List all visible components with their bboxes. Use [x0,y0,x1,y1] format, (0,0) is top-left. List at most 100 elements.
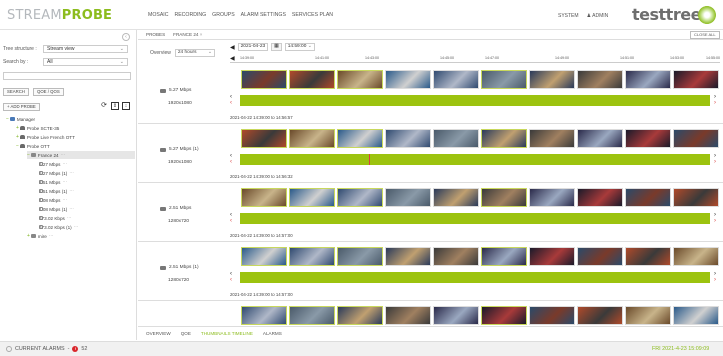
video-thumbnail[interactable] [673,188,719,207]
tab-probes[interactable]: PROBES [146,32,165,37]
current-alarms[interactable]: CURRENT ALARMS - ! 52 [6,346,87,352]
video-thumbnail[interactable] [433,306,479,325]
date-input[interactable]: 2021-04-23 [237,43,269,51]
more-icon[interactable]: ⋯ [74,224,79,230]
video-thumbnail[interactable] [481,70,527,89]
video-thumbnail[interactable] [385,129,431,148]
timeline-right-arrows-icon[interactable]: › › [714,94,716,106]
video-thumbnail[interactable] [577,129,623,148]
more-icon[interactable]: ⋯ [62,161,67,167]
video-thumbnail[interactable] [241,129,287,148]
video-thumbnail[interactable] [529,247,575,266]
video-thumbnail[interactable] [529,306,575,325]
add-probe-button[interactable]: + ADD PROBE [3,103,40,111]
video-thumbnail[interactable] [337,70,383,89]
video-thumbnail[interactable] [481,188,527,207]
video-thumbnail[interactable] [625,247,671,266]
time-input[interactable]: 14:59:00 ⌄ [284,43,315,51]
more-icon[interactable]: ⋯ [49,233,54,239]
timeline-left-arrows-icon[interactable]: ‹ ‹ [230,153,232,165]
video-thumbnail[interactable] [385,70,431,89]
video-thumbnail[interactable] [241,70,287,89]
more-icon[interactable]: ⋯ [67,215,72,221]
timeline-left-arrows-icon[interactable]: ‹ ‹ [230,271,232,283]
tree-node-probe-scte35[interactable]: + Probe SCTE-35 [16,124,59,132]
close-all-button[interactable]: CLOSE ALL [690,31,720,39]
video-thumbnail[interactable] [433,129,479,148]
timeline-left-arrows-icon[interactable]: ‹ ‹ [230,212,232,224]
video-thumbnail[interactable] [529,129,575,148]
video-thumbnail[interactable] [241,306,287,325]
video-thumbnail[interactable] [625,129,671,148]
previous-arrow-icon[interactable]: ◀ [230,44,235,51]
tab-overview[interactable]: OVERVIEW [146,331,171,336]
video-thumbnail[interactable] [481,306,527,325]
video-thumbnail[interactable] [241,247,287,266]
error-marker[interactable] [369,154,371,165]
video-thumbnail[interactable] [481,247,527,266]
more-icon[interactable]: ⋯ [61,152,66,158]
timeline-right-arrows-icon[interactable]: › › [714,212,716,224]
admin-menu[interactable]: ♟ ADMIN [587,13,609,19]
refresh-icon[interactable]: ⟳ [100,102,108,110]
system-menu[interactable]: SYSTEM [558,13,579,19]
more-icon[interactable]: ⋯ [69,170,74,176]
tree-node-stream[interactable]: 1.08 Mbps (1) ⋯ [39,205,74,213]
video-thumbnail[interactable] [337,247,383,266]
video-thumbnail[interactable] [625,188,671,207]
nav-item-alarm-settings[interactable]: ALARM SETTINGS [241,12,286,18]
search-button[interactable]: SEARCH [3,88,29,96]
more-icon[interactable]: ⋯ [62,197,67,203]
video-thumbnail[interactable] [289,306,335,325]
tree-node-france-24[interactable]: − France 24 ⋯ [27,151,135,159]
tree-node-stream[interactable]: 673.02 Kbps (1) ⋯ [39,223,78,231]
collapse-all-icon[interactable]: ↕ [122,102,130,110]
video-thumbnail[interactable] [433,247,479,266]
video-thumbnail[interactable] [673,70,719,89]
qoe-qos-button[interactable]: QOE / QOS [33,88,64,96]
tree-node-stream[interactable]: 5.27 Mbps (1) ⋯ [39,169,74,177]
video-thumbnail[interactable] [289,247,335,266]
video-thumbnail[interactable] [385,306,431,325]
streamprobe-logo[interactable]: STREAMPROBE [7,8,112,23]
nav-item-services-plan[interactable]: SERVICES PLAN [292,12,333,18]
video-thumbnail[interactable] [577,306,623,325]
tab-qoe[interactable]: QOE [181,331,191,336]
tree-node-stream[interactable]: 5.27 Mbps ⋯ [39,160,67,168]
timeline-right-arrows-icon[interactable]: › › [714,153,716,165]
tab-france-24[interactable]: FRANCE 24 × [173,32,202,37]
video-thumbnail[interactable] [289,70,335,89]
tree-node-manager[interactable]: − Manager [6,115,35,123]
video-thumbnail[interactable] [337,188,383,207]
video-thumbnail[interactable] [625,70,671,89]
search-by-select[interactable]: All ⌄ [43,58,128,66]
video-thumbnail[interactable] [577,247,623,266]
video-thumbnail[interactable] [241,188,287,207]
tree-node-stream[interactable]: 1.08 Mbps ⋯ [39,196,67,204]
tab-alarms[interactable]: ALARMS [263,331,282,336]
more-icon[interactable]: ⋯ [69,188,74,194]
video-thumbnail[interactable] [529,70,575,89]
video-thumbnail[interactable] [385,247,431,266]
tree-node-stream[interactable]: 673.02 Kbps ⋯ [39,214,71,222]
tree-node-stream[interactable]: 2.51 Mbps ⋯ [39,178,67,186]
timeline-right-arrows-icon[interactable]: › › [714,271,716,283]
tree-structure-select[interactable]: Stream view ⌄ [43,45,128,53]
nav-item-recording[interactable]: RECORDING [174,12,206,18]
search-input[interactable] [3,72,131,80]
tree-node-stream[interactable]: 2.51 Mbps (1) ⋯ [39,187,74,195]
video-thumbnail[interactable] [385,188,431,207]
timeline-left-arrows-icon[interactable]: ‹ ‹ [230,94,232,106]
tab-thumbnails-timeline[interactable]: THUMBNAILS TIMELINE [201,331,253,336]
nav-item-groups[interactable]: GROUPS [212,12,234,18]
video-thumbnail[interactable] [577,70,623,89]
tree-node-probe-ott[interactable]: − Probe OTT [16,142,50,150]
video-thumbnail[interactable] [577,188,623,207]
video-thumbnail[interactable] [337,129,383,148]
video-thumbnail[interactable] [673,247,719,266]
close-icon[interactable]: × [200,32,203,37]
calendar-icon[interactable]: ▦ [271,43,282,51]
video-thumbnail[interactable] [433,70,479,89]
video-thumbnail[interactable] [625,306,671,325]
availability-timeline-bar[interactable] [240,95,710,106]
